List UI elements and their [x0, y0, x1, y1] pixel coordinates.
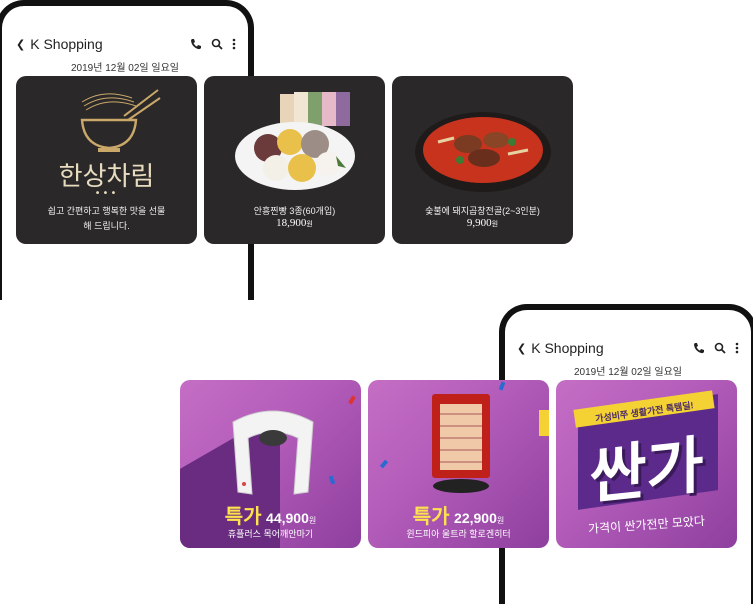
app-header: ❮ K Shopping [16, 34, 236, 54]
promo-card-sale[interactable]: 가성비쭈 생활가전 특템딜! 싼가 가격이 싼가전만 모았다 [556, 380, 737, 548]
ribbon-edge [539, 410, 549, 436]
confetti [379, 459, 389, 469]
brand-caption: 쉽고 간편하고 행복한 맛을 선물해 드립니다. [47, 206, 166, 231]
massager-price-label: 특가 44,900원 [224, 506, 317, 528]
food-card-stew[interactable]: 숯불에 돼지곱창전골(2~3인분) 9,900원 [392, 76, 573, 244]
massager-caption: 휴플러스 목어깨안마기 [227, 529, 314, 539]
sale-big-text: 싼가 [589, 428, 704, 513]
pork-stew-image [415, 112, 551, 192]
halogen-heater-image [432, 394, 490, 493]
confetti [348, 395, 356, 405]
buns-caption: 안흥찐빵 3종(60개입) [253, 206, 336, 216]
buns-price: 18,900원 [276, 217, 313, 229]
food-card-buns[interactable]: 안흥찐빵 3종(60개입) 18,900원 [204, 76, 385, 244]
promo-card-heater[interactable]: 특가 22,900원 윈드피아 울트라 할로겐히터 [368, 380, 549, 548]
food-card-brand[interactable]: 한상차림 ••• 쉽고 간편하고 행복한 맛을 선물해 드립니다. [16, 76, 197, 244]
date-label: 2019년 12월 02일 일요일 [70, 63, 180, 74]
neck-massager-image [232, 410, 314, 495]
app-title: K Shopping [30, 36, 103, 52]
heater-price-label: 특가 22,900원 [412, 506, 505, 528]
date-label: 2019년 12월 02일 일요일 [573, 367, 683, 378]
app-header-2: ❮ K Shopping [517, 338, 739, 358]
app-title: K Shopping [531, 340, 604, 356]
confetti [498, 381, 506, 391]
more-vertical-icon[interactable] [735, 342, 739, 354]
phone-icon[interactable] [693, 342, 705, 354]
phone-icon[interactable] [190, 38, 202, 50]
confetti [328, 475, 336, 485]
more-vertical-icon[interactable] [232, 38, 236, 50]
steamed-buns-image [235, 92, 355, 190]
stew-price: 9,900원 [466, 217, 499, 229]
heater-caption: 윈드피아 울트라 할로겐히터 [406, 529, 511, 539]
brand-dots: ••• [94, 188, 119, 199]
back-arrow-icon[interactable]: ❮ [517, 342, 526, 355]
back-arrow-icon[interactable]: ❮ [16, 38, 25, 51]
search-icon[interactable] [211, 38, 223, 50]
stew-caption: 숯불에 돼지곱창전골(2~3인분) [425, 206, 540, 216]
search-icon[interactable] [714, 342, 726, 354]
bowl-chopsticks-icon [80, 89, 161, 152]
promo-card-massager[interactable]: 특가 44,900원 휴플러스 목어깨안마기 [180, 380, 361, 548]
